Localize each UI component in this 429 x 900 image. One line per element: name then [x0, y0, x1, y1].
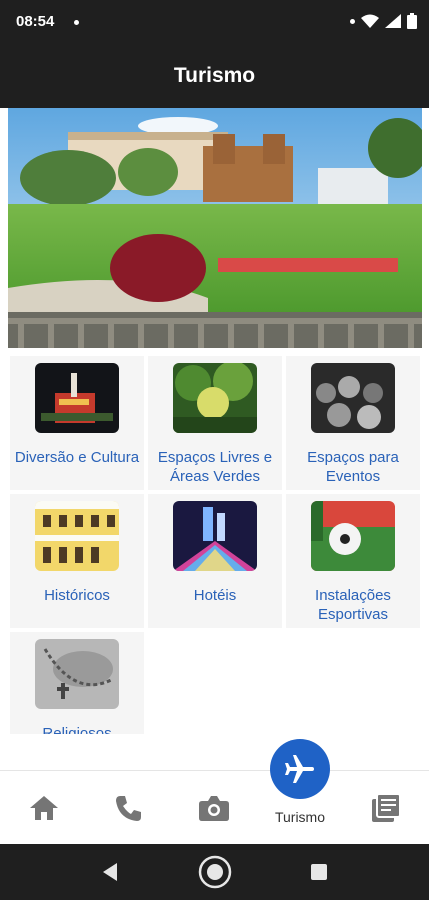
camera-icon: [199, 796, 229, 821]
category-label: Diversão e Cultura: [14, 449, 140, 466]
nav-turismo-label: Turismo: [274, 809, 326, 825]
hero-photo: [8, 108, 422, 348]
category-label: Espaços Livres e Áreas Verdes: [157, 449, 273, 485]
soccer-ball-photo: [311, 501, 395, 571]
home-icon: [30, 796, 58, 820]
wifi-icon: [361, 14, 379, 28]
back-triangle-icon: [103, 863, 117, 881]
page-title: Turismo: [173, 64, 256, 87]
notification-dot-icon: [74, 20, 79, 25]
category-label: Espaços para Eventos: [307, 449, 399, 485]
category-label: Hotéis: [193, 587, 237, 604]
category-tile-diversao-cultura[interactable]: Diversão e Cultura: [10, 356, 144, 490]
category-tile-hoteis[interactable]: Hotéis: [148, 494, 282, 628]
recents-button[interactable]: [294, 844, 344, 900]
nav-home[interactable]: [14, 771, 74, 845]
trees-photo: [173, 363, 257, 433]
night-building-photo: [35, 363, 119, 433]
historic-facade-photo: [35, 501, 119, 571]
rosary-photo: [35, 639, 119, 709]
category-label: Históricos: [44, 587, 110, 604]
nav-news[interactable]: [356, 771, 416, 845]
app-bar: Turismo: [0, 44, 429, 108]
category-tile-espacos-eventos[interactable]: Espaços para Eventos: [286, 356, 420, 490]
category-tile-religiosos[interactable]: Religiosos: [10, 632, 144, 734]
home-button[interactable]: [190, 844, 240, 900]
recents-square-icon: [311, 864, 327, 880]
battery-icon: [407, 13, 417, 29]
category-tile-instalacoes-esportivas[interactable]: Instalações Esportivas: [286, 494, 420, 628]
category-label: Religiosos: [42, 725, 112, 734]
crowd-photo: [311, 363, 395, 433]
nav-phone[interactable]: [98, 771, 158, 845]
signal-icon: [385, 14, 401, 28]
nav-camera[interactable]: [184, 771, 244, 845]
home-circle-icon: [198, 855, 232, 889]
bottom-nav: Turismo: [0, 739, 429, 845]
status-time: 08:54: [16, 13, 55, 30]
phone-icon: [116, 796, 141, 821]
airplane-icon: [285, 755, 314, 783]
small-dot-icon: [350, 18, 355, 24]
status-icons: [350, 13, 417, 29]
system-nav-bar: [0, 844, 429, 900]
status-bar: 08:54: [0, 0, 429, 44]
category-tile-historicos[interactable]: Históricos: [10, 494, 144, 628]
nav-turismo[interactable]: [270, 739, 330, 799]
category-tile-espacos-livres[interactable]: Espaços Livres e Áreas Verdes: [148, 356, 282, 490]
category-label: Instalações Esportivas: [315, 587, 391, 623]
city-lights-photo: [173, 501, 257, 571]
news-icon: [372, 793, 401, 822]
back-button[interactable]: [85, 844, 135, 900]
category-grid: Diversão e Cultura Espaços Livres e Área…: [10, 356, 420, 734]
